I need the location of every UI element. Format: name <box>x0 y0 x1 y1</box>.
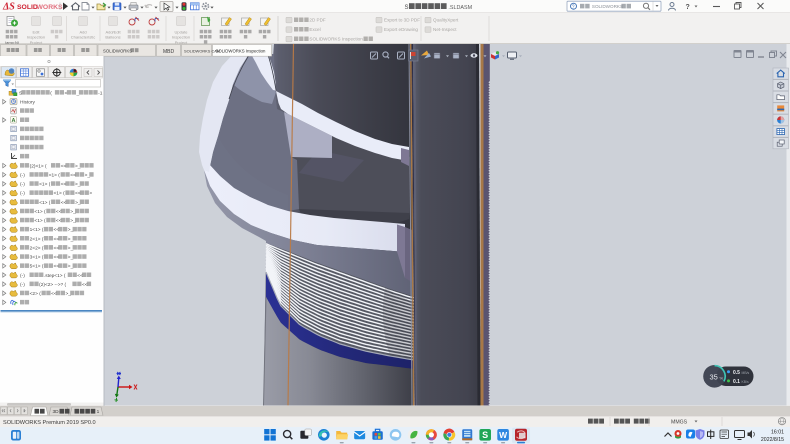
svg-text:(-): (-) <box>20 273 25 279</box>
svg-text:<1> (: <1> ( <box>49 173 61 179</box>
svg-text:W: W <box>499 430 508 440</box>
svg-text:0.1: 0.1 <box>733 379 740 385</box>
svg-text:35: 35 <box>710 373 718 382</box>
svg-text:.step<1> (: .step<1> ( <box>44 273 66 279</box>
svg-text:?: ? <box>686 4 690 11</box>
svg-text:Characteristic: Characteristic <box>71 35 95 40</box>
svg-text:KB/s: KB/s <box>742 380 749 384</box>
svg-text:ΔS: ΔS <box>2 2 15 13</box>
svg-text:.SLDASM: .SLDASM <box>448 5 472 11</box>
svg-text:2D PDF: 2D PDF <box>309 18 326 23</box>
svg-text:<1> (: <1> ( <box>39 182 51 188</box>
svg-text:2<2> (: 2<2> ( <box>30 245 44 251</box>
svg-text:>: > <box>89 191 92 197</box>
svg-text:Net-Inspect: Net-Inspect <box>433 27 457 32</box>
svg-text:2<1> (: 2<1> ( <box>30 236 44 242</box>
svg-text:SOLIDWORKS Inspection: SOLIDWORKS Inspection <box>309 37 363 42</box>
svg-text:SOLIDWORKS: SOLIDWORKS <box>103 49 132 54</box>
svg-text:0.5: 0.5 <box>733 370 740 376</box>
svg-text:WORKS: WORKS <box>37 4 64 11</box>
svg-text:History: History <box>20 100 36 106</box>
svg-text:<1> (: <1> ( <box>34 218 46 224</box>
svg-text:MMGS: MMGS <box>671 420 688 426</box>
svg-text:(-): (-) <box>20 182 25 188</box>
svg-text:%: % <box>720 376 724 381</box>
svg-text:?: ? <box>572 4 575 10</box>
svg-text:(-): (-) <box>20 282 25 288</box>
svg-text:MBD: MBD <box>163 49 175 55</box>
svg-text:5<1> (: 5<1> ( <box>30 264 44 270</box>
svg-text:(-): (-) <box>20 173 25 179</box>
svg-text:(2)<2> -->? (: (2)<2> -->? ( <box>39 282 66 288</box>
svg-text:A: A <box>12 118 16 124</box>
svg-text:(2)<1> (: (2)<1> ( <box>30 163 47 169</box>
svg-text:3D: 3D <box>53 409 60 415</box>
svg-text:16:01: 16:01 <box>771 430 784 436</box>
svg-text:<1> (: <1> ( <box>39 200 51 206</box>
svg-text:SOLIDWORKS Inspection: SOLIDWORKS Inspection <box>216 49 267 54</box>
svg-text:(-): (-) <box>20 191 25 197</box>
svg-text:Export to 3D PDF: Export to 3D PDF <box>384 18 420 23</box>
svg-text:Excel: Excel <box>309 27 320 32</box>
svg-text:QualityXpert: QualityXpert <box>433 18 459 23</box>
svg-text:SOLIDWORKS Premium 2019 SP0.0: SOLIDWORKS Premium 2019 SP0.0 <box>3 420 96 426</box>
svg-text:<2> (: <2> ( <box>30 291 42 297</box>
svg-text:SOLID: SOLID <box>17 4 38 11</box>
svg-text:-1: -1 <box>98 90 103 96</box>
svg-text:Export eDrawing: Export eDrawing <box>384 27 418 32</box>
svg-text:S: S <box>405 5 409 11</box>
svg-text:3<1> (: 3<1> ( <box>30 255 44 261</box>
svg-text:S: S <box>482 430 488 440</box>
svg-text:Balloons: Balloons <box>105 35 120 40</box>
svg-text:<1> (: <1> ( <box>54 191 66 197</box>
svg-text:SOLIDWORKS: SOLIDWORKS <box>592 4 623 9</box>
svg-text:2022/8/15: 2022/8/15 <box>761 437 784 443</box>
svg-text:1<1> (: 1<1> ( <box>30 227 44 233</box>
svg-text:<1> (: <1> ( <box>34 209 46 215</box>
svg-text:MB/s: MB/s <box>742 371 750 375</box>
svg-text:1: 1 <box>97 409 100 415</box>
